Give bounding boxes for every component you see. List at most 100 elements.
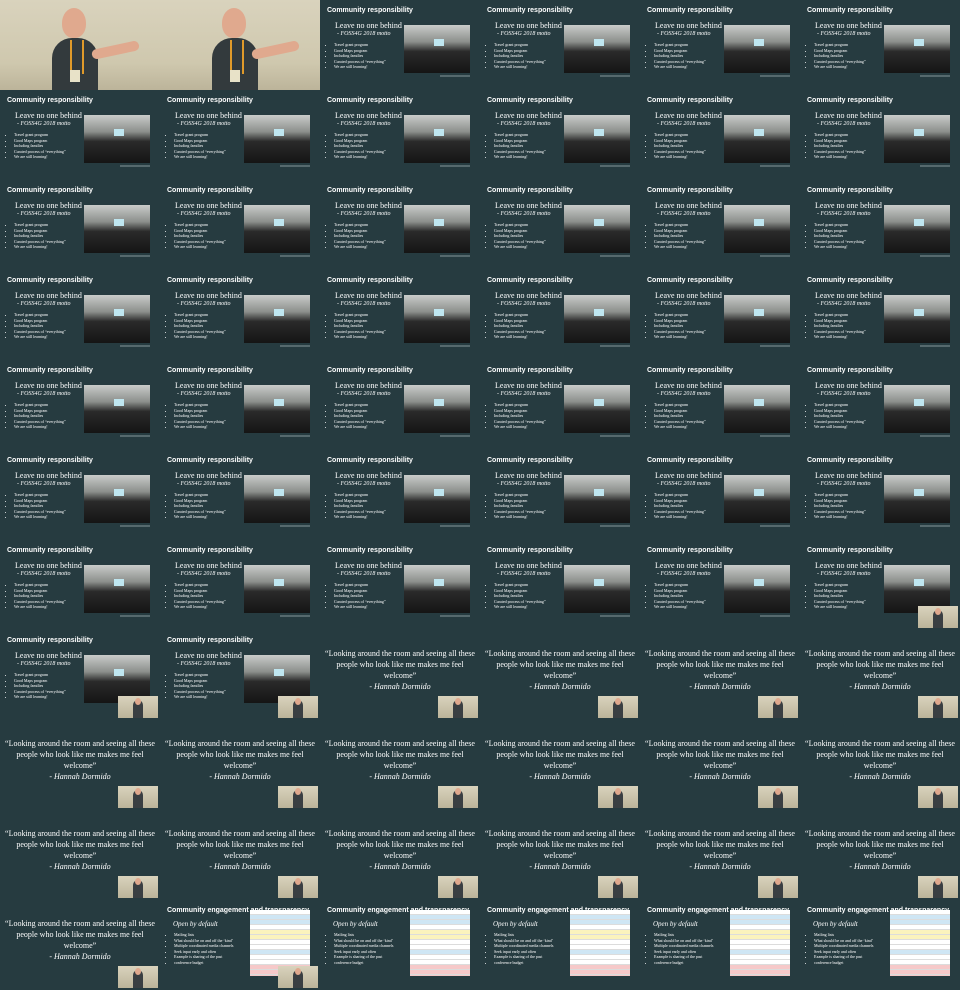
- projector-screen: [274, 489, 284, 496]
- slide-heading: Leave no one behind: [175, 561, 242, 570]
- budget-spreadsheet: [890, 910, 950, 976]
- speaker-head: [775, 788, 781, 795]
- slide-subheading: - FOSS4G 2018 motto: [657, 211, 711, 217]
- slide-bullet: We are still learning!: [814, 244, 866, 250]
- conference-room-photo: [884, 25, 950, 73]
- quote-author: - Hannah Dormido: [849, 772, 911, 781]
- projector-screen: [754, 219, 764, 226]
- budget-spreadsheet: [730, 910, 790, 976]
- slide-quote: “Looking around the room and seeing all …: [320, 720, 480, 810]
- slide-bullet: conference budget: [494, 960, 553, 966]
- slide-bullet-list: Travel grant programGood Maps programInc…: [807, 312, 866, 340]
- speaker-thumbnail: [918, 606, 958, 628]
- slide-bullet-list: Travel grant programGood Maps programInc…: [167, 672, 226, 700]
- slide-bullet-list: Travel grant programGood Maps programInc…: [487, 492, 546, 520]
- photo-credit: [280, 615, 310, 617]
- speaker-head: [455, 878, 461, 885]
- projector-screen: [754, 399, 764, 406]
- slide-bullet-list: Travel grant programGood Maps programInc…: [487, 222, 546, 250]
- slide-heading: Leave no one behind: [655, 111, 722, 120]
- conference-room-photo: [724, 25, 790, 73]
- slide-bullet-list: Travel grant programGood Maps programInc…: [7, 312, 66, 340]
- quote-text: “Looking around the room and seeing all …: [645, 649, 795, 680]
- slide-bullet: We are still learning!: [14, 694, 66, 700]
- slide-subheading: - FOSS4G 2018 motto: [657, 571, 711, 577]
- slide-community-responsibility: Community responsibility Leave no one beh…: [800, 540, 960, 630]
- quote-author: - Hannah Dormido: [689, 862, 751, 871]
- photo-credit: [600, 345, 630, 347]
- slide-community-responsibility: Community responsibility Leave no one beh…: [320, 90, 480, 180]
- slide-title: Community responsibility: [807, 187, 893, 194]
- slide-community-responsibility: Community responsibility Leave no one beh…: [480, 450, 640, 540]
- slide-heading: Leave no one behind: [175, 471, 242, 480]
- speaker-head: [615, 878, 621, 885]
- slide-bullet: Multiple coordinated media channels: [654, 943, 713, 949]
- slide-bullet: We are still learning!: [14, 424, 66, 430]
- slide-title: Community responsibility: [807, 97, 893, 104]
- slide-quote: “Looking around the room and seeing all …: [160, 810, 320, 900]
- slide-bullet-list: Travel grant programGood Maps programInc…: [7, 132, 66, 160]
- slide-engagement: Community engagement and transparency Ope…: [160, 900, 320, 990]
- slide-bullet-list: Travel grant programGood Maps programInc…: [327, 402, 386, 430]
- slide-title: Community responsibility: [7, 367, 93, 374]
- quote-author: - Hannah Dormido: [369, 862, 431, 871]
- slide-subheading: - FOSS4G 2018 motto: [817, 31, 871, 37]
- slide-community-responsibility: Community responsibility Leave no one beh…: [0, 180, 160, 270]
- photo-credit: [120, 435, 150, 437]
- quote-text: “Looking around the room and seeing all …: [5, 739, 155, 770]
- speaker-badge: [230, 70, 240, 82]
- slide-subheading: - FOSS4G 2018 motto: [337, 571, 391, 577]
- slide-bullet: Multiple coordinated media channels: [174, 943, 233, 949]
- slide-subheading: - FOSS4G 2018 motto: [337, 121, 391, 127]
- slide-bullet: We are still learning!: [814, 64, 866, 70]
- slide-bullet-list: Mailing listsWhat should be on and off t…: [167, 932, 233, 966]
- slide-heading: Leave no one behind: [815, 291, 882, 300]
- slide-bullet-list: Travel grant programGood Maps programInc…: [327, 312, 386, 340]
- conference-room-photo: [564, 205, 630, 253]
- projector-screen: [754, 579, 764, 586]
- conference-room-photo: [404, 205, 470, 253]
- slide-subheading: - FOSS4G 2018 motto: [337, 301, 391, 307]
- projector-screen: [594, 309, 604, 316]
- quote-author: - Hannah Dormido: [529, 682, 591, 691]
- slide-community-responsibility: Community responsibility Leave no one beh…: [480, 0, 640, 90]
- slide-title: Community responsibility: [487, 457, 573, 464]
- conference-room-photo: [724, 385, 790, 433]
- slide-community-responsibility: Community responsibility Leave no one beh…: [640, 180, 800, 270]
- slide-subheading: - FOSS4G 2018 motto: [817, 571, 871, 577]
- slide-bullet: We are still learning!: [334, 604, 386, 610]
- slide-subheading: - FOSS4G 2018 motto: [177, 571, 231, 577]
- slide-bullet: We are still learning!: [334, 244, 386, 250]
- slide-bullet-list: Travel grant programGood Maps programInc…: [167, 222, 226, 250]
- slide-heading: Open by default: [333, 920, 378, 928]
- speaker-head: [135, 878, 141, 885]
- slide-quote: “Looking around the room and seeing all …: [800, 720, 960, 810]
- slide-bullet: We are still learning!: [14, 604, 66, 610]
- slide-heading: Leave no one behind: [495, 201, 562, 210]
- slide-heading: Leave no one behind: [815, 111, 882, 120]
- quote-text: “Looking around the room and seeing all …: [5, 829, 155, 860]
- slide-bullet-list: Travel grant programGood Maps programInc…: [327, 492, 386, 520]
- speaker-badge: [70, 70, 80, 82]
- speaker-thumbnail: [918, 876, 958, 898]
- slide-title: Community responsibility: [7, 97, 93, 104]
- projector-screen: [274, 309, 284, 316]
- slide-subheading: - FOSS4G 2018 motto: [337, 31, 391, 37]
- slide-bullet-list: Travel grant programGood Maps programInc…: [167, 492, 226, 520]
- slide-heading: Leave no one behind: [335, 471, 402, 480]
- slide-quote: “Looking around the room and seeing all …: [320, 630, 480, 720]
- slide-title: Community responsibility: [7, 457, 93, 464]
- slide-subheading: - FOSS4G 2018 motto: [177, 481, 231, 487]
- slide-bullet: We are still learning!: [814, 424, 866, 430]
- projector-screen: [914, 129, 924, 136]
- photo-credit: [280, 165, 310, 167]
- conference-room-photo: [244, 295, 310, 343]
- slide-bullet: We are still learning!: [14, 514, 66, 520]
- photo-credit: [760, 165, 790, 167]
- photo-credit: [120, 525, 150, 527]
- projector-screen: [274, 399, 284, 406]
- slide-subheading: - FOSS4G 2018 motto: [497, 391, 551, 397]
- slide-heading: Leave no one behind: [175, 651, 242, 660]
- slide-community-responsibility: Community responsibility Leave no one beh…: [160, 90, 320, 180]
- photo-credit: [120, 615, 150, 617]
